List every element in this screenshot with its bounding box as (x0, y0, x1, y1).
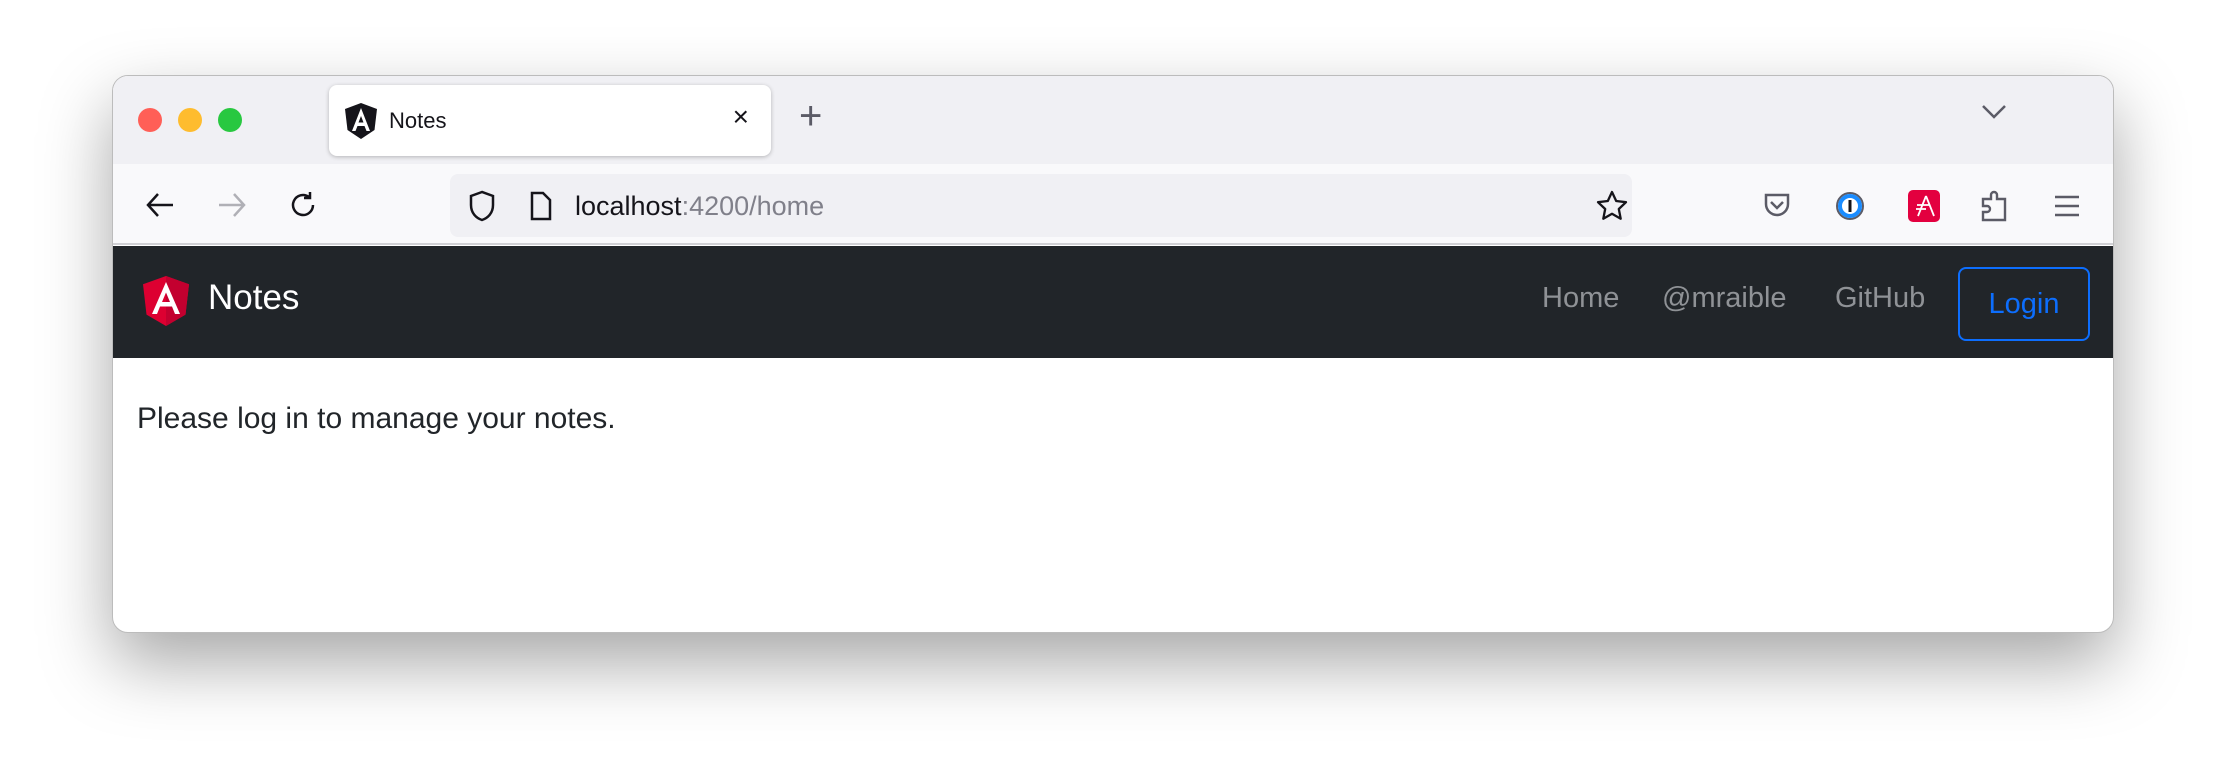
star-icon[interactable] (1596, 190, 1628, 222)
1password-icon[interactable] (1835, 191, 1865, 221)
close-tab-button[interactable]: × (733, 101, 749, 133)
menu-icon[interactable] (2053, 194, 2081, 218)
new-tab-button[interactable]: + (799, 94, 822, 139)
tab-title: Notes (389, 108, 447, 133)
nav-toolbar: localhost:4200/home (113, 164, 2113, 245)
login-button[interactable]: Login (1958, 267, 2090, 341)
forward-icon[interactable] (217, 190, 247, 220)
extensions-icon[interactable] (1980, 189, 2010, 223)
pocket-icon[interactable] (1763, 192, 1791, 220)
angular-icon (345, 103, 377, 139)
maximize-window-button[interactable] (218, 108, 242, 132)
chevron-down-icon[interactable] (1981, 104, 2007, 120)
url-text[interactable]: localhost:4200/home (575, 191, 824, 222)
app-navbar: Notes Home @mraible GitHub Login (113, 246, 2113, 358)
shield-icon[interactable] (468, 190, 496, 222)
url-host: localhost (575, 191, 682, 221)
tab-notes[interactable]: Notes × (329, 85, 771, 156)
address-bar[interactable]: localhost:4200/home (450, 174, 1632, 237)
reload-icon[interactable] (288, 190, 318, 220)
page-icon[interactable] (529, 191, 553, 221)
url-path: :4200/home (681, 191, 825, 221)
back-icon[interactable] (145, 190, 175, 220)
nav-github[interactable]: GitHub (1835, 282, 1925, 315)
nav-home[interactable]: Home (1542, 282, 1619, 315)
brand-title[interactable]: Notes (208, 278, 299, 318)
nav-mraible[interactable]: @mraible (1662, 282, 1787, 315)
login-prompt: Please log in to manage your notes. (137, 402, 616, 435)
browser-window: Notes × + localhost:4200/home Notes Home… (112, 75, 2114, 633)
tab-bar: Notes × + (113, 76, 2113, 164)
red-extension-icon[interactable] (1908, 190, 1940, 222)
angular-logo-icon[interactable] (143, 276, 189, 326)
minimize-window-button[interactable] (178, 108, 202, 132)
close-window-button[interactable] (138, 108, 162, 132)
